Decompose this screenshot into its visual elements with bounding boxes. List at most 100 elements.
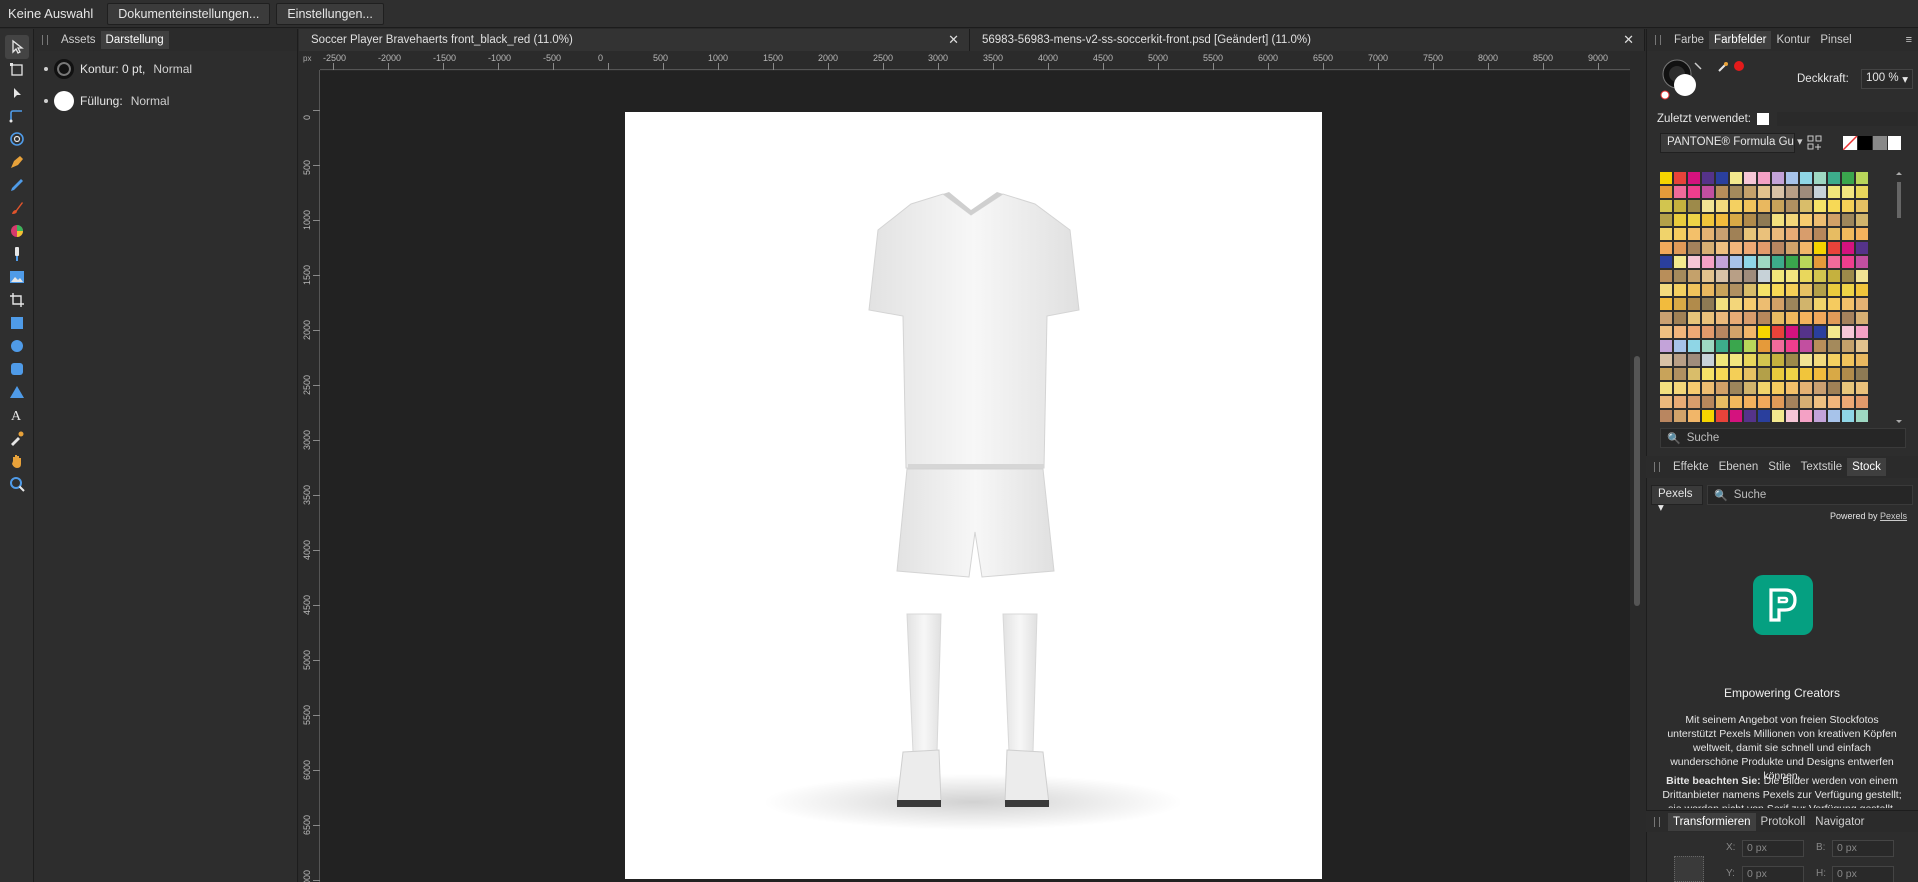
color-swatch[interactable]: [1842, 312, 1854, 324]
color-swatch[interactable]: [1702, 256, 1714, 268]
color-swatch[interactable]: [1758, 382, 1770, 394]
color-swatch[interactable]: [1772, 382, 1784, 394]
color-swatch[interactable]: [1842, 298, 1854, 310]
color-swatch[interactable]: [1660, 172, 1672, 184]
color-swatch[interactable]: [1800, 326, 1812, 338]
color-swatch[interactable]: [1744, 270, 1756, 282]
color-swatch[interactable]: [1716, 284, 1728, 296]
color-swatch[interactable]: [1758, 396, 1770, 408]
recent-swatch[interactable]: [1756, 113, 1769, 125]
color-swatch[interactable]: [1674, 270, 1686, 282]
color-swatch[interactable]: [1800, 214, 1812, 226]
color-swatch[interactable]: [1688, 396, 1700, 408]
color-swatch[interactable]: [1660, 242, 1672, 254]
color-swatch[interactable]: [1828, 256, 1840, 268]
color-swatch[interactable]: [1744, 312, 1756, 324]
stroke-swatch[interactable]: [54, 59, 74, 79]
color-swatch[interactable]: [1758, 200, 1770, 212]
artboard-tool-icon[interactable]: [5, 58, 29, 82]
color-swatch[interactable]: [1814, 242, 1826, 254]
stroke-row[interactable]: Kontur: 0 pt, Normal: [34, 55, 297, 83]
color-swatch[interactable]: [1688, 410, 1700, 422]
color-swatch[interactable]: [1800, 186, 1812, 198]
tab-darstellung[interactable]: Darstellung: [100, 31, 169, 49]
color-swatch[interactable]: [1786, 326, 1798, 338]
color-swatch[interactable]: [1716, 354, 1728, 366]
stock-search-input[interactable]: 🔍 Suche: [1707, 485, 1913, 505]
panel-grip-icon[interactable]: [42, 35, 48, 45]
color-swatch[interactable]: [1744, 284, 1756, 296]
color-swatch[interactable]: [1688, 200, 1700, 212]
color-swatch[interactable]: [1800, 242, 1812, 254]
fill-blend-mode[interactable]: Normal: [131, 94, 170, 108]
color-swatch[interactable]: [1814, 200, 1826, 212]
color-swatch[interactable]: [1758, 186, 1770, 198]
brush-tool-icon[interactable]: [5, 196, 29, 220]
recent-swatch-strip[interactable]: [1776, 112, 1917, 126]
fill-row[interactable]: Füllung: Normal: [34, 87, 297, 115]
color-swatch[interactable]: [1842, 340, 1854, 352]
transparency-tool-icon[interactable]: [5, 242, 29, 266]
color-swatch[interactable]: [1716, 242, 1728, 254]
color-swatch[interactable]: [1758, 326, 1770, 338]
color-swatch[interactable]: [1758, 354, 1770, 366]
color-swatch[interactable]: [1786, 368, 1798, 380]
color-swatch[interactable]: [1772, 172, 1784, 184]
color-swatch[interactable]: [1758, 284, 1770, 296]
color-swatch[interactable]: [1786, 228, 1798, 240]
color-swatch[interactable]: [1716, 186, 1728, 198]
tab-farbe[interactable]: Farbe: [1669, 31, 1709, 49]
color-swatch[interactable]: [1828, 368, 1840, 380]
swatch-search-input[interactable]: 🔍 Suche: [1660, 428, 1906, 448]
horizontal-ruler[interactable]: -2500 -2000 -1500 -1000 -500 0 500 1000 1500 2000…: [320, 51, 1630, 70]
color-swatch[interactable]: [1800, 270, 1812, 282]
color-swatch[interactable]: [1772, 256, 1784, 268]
color-swatch[interactable]: [1744, 200, 1756, 212]
color-swatch[interactable]: [1716, 368, 1728, 380]
zoom-tool-icon[interactable]: [5, 472, 29, 496]
color-swatch[interactable]: [1814, 256, 1826, 268]
color-swatch[interactable]: [1856, 396, 1868, 408]
hand-tool-icon[interactable]: [5, 449, 29, 473]
color-swatch[interactable]: [1744, 326, 1756, 338]
color-swatch[interactable]: [1842, 270, 1854, 282]
color-swatch[interactable]: [1800, 256, 1812, 268]
color-swatch[interactable]: [1688, 368, 1700, 380]
color-swatch[interactable]: [1744, 186, 1756, 198]
canvas[interactable]: [320, 71, 1630, 882]
color-swatch[interactable]: [1772, 284, 1784, 296]
color-swatch[interactable]: [1702, 200, 1714, 212]
color-swatch[interactable]: [1828, 382, 1840, 394]
color-swatch[interactable]: [1772, 396, 1784, 408]
color-swatch[interactable]: [1856, 340, 1868, 352]
color-swatch[interactable]: [1702, 382, 1714, 394]
panel-grip-icon[interactable]: [1655, 35, 1661, 45]
color-swatch[interactable]: [1688, 172, 1700, 184]
color-swatch[interactable]: [1716, 382, 1728, 394]
color-swatch[interactable]: [1758, 256, 1770, 268]
tab-ebenen[interactable]: Ebenen: [1714, 458, 1764, 476]
color-swatch[interactable]: [1716, 326, 1728, 338]
color-swatch[interactable]: [1814, 284, 1826, 296]
color-swatch[interactable]: [1702, 242, 1714, 254]
color-swatch[interactable]: [1660, 256, 1672, 268]
color-swatch[interactable]: [1744, 242, 1756, 254]
color-swatch[interactable]: [1772, 228, 1784, 240]
color-swatch[interactable]: [1842, 256, 1854, 268]
tab-assets[interactable]: Assets: [56, 31, 101, 49]
color-swatch[interactable]: [1674, 354, 1686, 366]
color-swatch[interactable]: [1716, 312, 1728, 324]
color-swatch[interactable]: [1814, 382, 1826, 394]
color-swatch[interactable]: [1786, 382, 1798, 394]
ellipse-tool-icon[interactable]: [5, 334, 29, 358]
color-swatch[interactable]: [1730, 340, 1742, 352]
color-swatch[interactable]: [1730, 172, 1742, 184]
color-swatch[interactable]: [1758, 270, 1770, 282]
color-swatch[interactable]: [1702, 270, 1714, 282]
swatch-presets[interactable]: [1843, 136, 1901, 150]
color-swatch[interactable]: [1660, 214, 1672, 226]
color-swatch[interactable]: [1828, 228, 1840, 240]
color-swatch[interactable]: [1828, 270, 1840, 282]
color-swatch[interactable]: [1674, 312, 1686, 324]
color-swatch[interactable]: [1814, 396, 1826, 408]
